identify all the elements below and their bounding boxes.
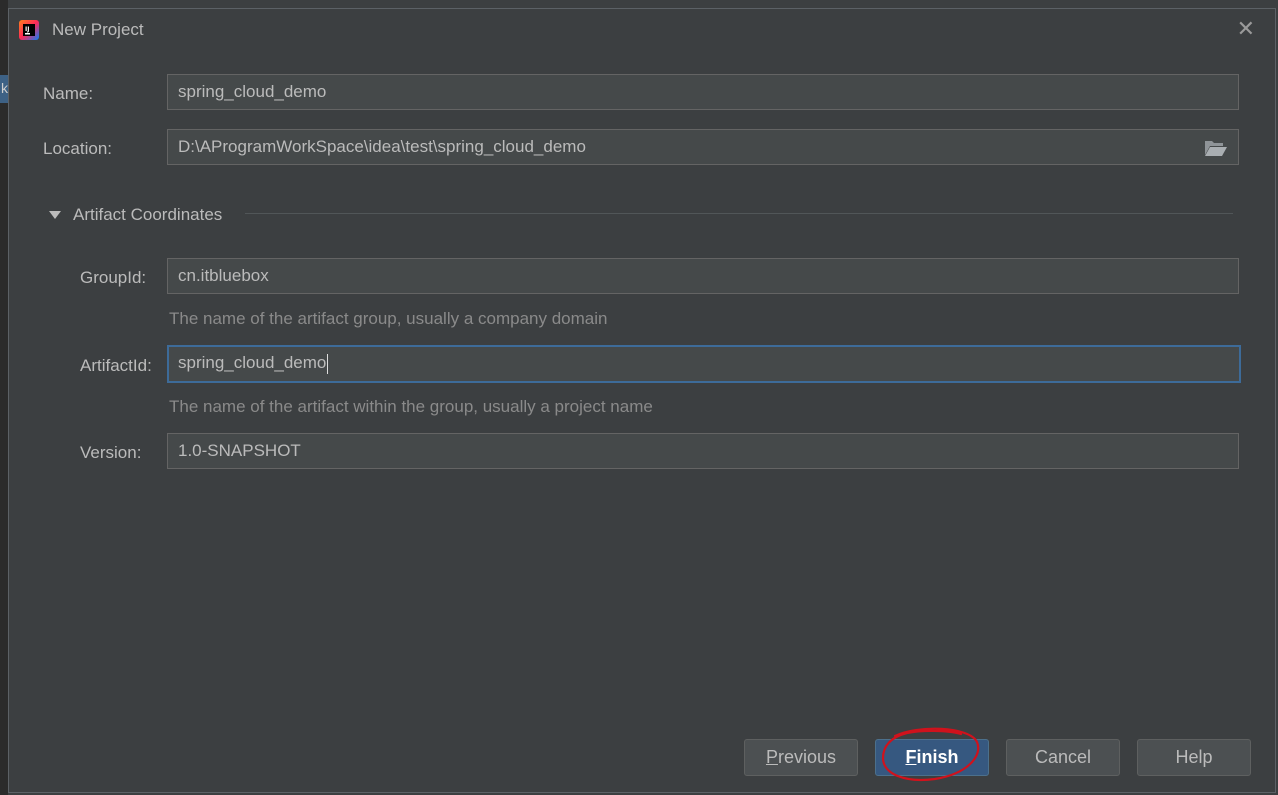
location-input[interactable]: D:\AProgramWorkSpace\idea\test\spring_cl… <box>167 129 1239 165</box>
close-icon[interactable]: ✕ <box>1237 16 1255 42</box>
artifact-coordinates-label: Artifact Coordinates <box>73 205 223 224</box>
name-input-value: spring_cloud_demo <box>178 82 327 101</box>
section-divider <box>245 213 1233 214</box>
location-label: Location: <box>43 139 112 158</box>
background-text: k <box>1 80 8 96</box>
groupid-input-value: cn.itbluebox <box>178 266 269 285</box>
version-label: Version: <box>80 443 142 462</box>
groupid-input[interactable]: cn.itbluebox <box>167 258 1239 294</box>
version-input[interactable]: 1.0-SNAPSHOT <box>167 433 1239 469</box>
triangle-down-icon <box>49 211 61 219</box>
artifactid-label: ArtifactId: <box>80 356 152 375</box>
location-input-value: D:\AProgramWorkSpace\idea\test\spring_cl… <box>178 137 586 156</box>
finish-button[interactable]: Finish <box>875 739 989 776</box>
version-input-value: 1.0-SNAPSHOT <box>178 441 301 460</box>
cancel-button[interactable]: Cancel <box>1006 739 1120 776</box>
finish-label: inish <box>916 747 959 767</box>
name-label: Name: <box>43 84 94 103</box>
previous-button[interactable]: Previous <box>744 739 858 776</box>
previous-mnemonic: P <box>765 747 778 767</box>
groupid-hint: The name of the artifact group, usually … <box>169 309 608 328</box>
artifactid-input[interactable]: spring_cloud_demo <box>167 345 1241 383</box>
previous-label: revious <box>777 747 837 767</box>
groupid-label: GroupId: <box>80 268 147 287</box>
svg-text:IJ: IJ <box>25 26 29 33</box>
new-project-dialog: IJ New Project ✕ Name: spring_cloud_demo… <box>8 8 1276 793</box>
finish-mnemonic: F <box>905 747 917 767</box>
title-bar: IJ New Project ✕ <box>9 9 1275 49</box>
background-window-strip: k <box>0 0 8 795</box>
intellij-idea-icon: IJ <box>19 20 39 40</box>
artifactid-input-value: spring_cloud_demo <box>178 353 327 372</box>
name-input[interactable]: spring_cloud_demo <box>167 74 1239 110</box>
folder-open-icon[interactable] <box>1204 138 1228 158</box>
dialog-title: New Project <box>52 20 144 39</box>
text-caret <box>327 353 329 374</box>
artifactid-hint: The name of the artifact within the grou… <box>169 397 653 416</box>
help-button[interactable]: Help <box>1137 739 1251 776</box>
